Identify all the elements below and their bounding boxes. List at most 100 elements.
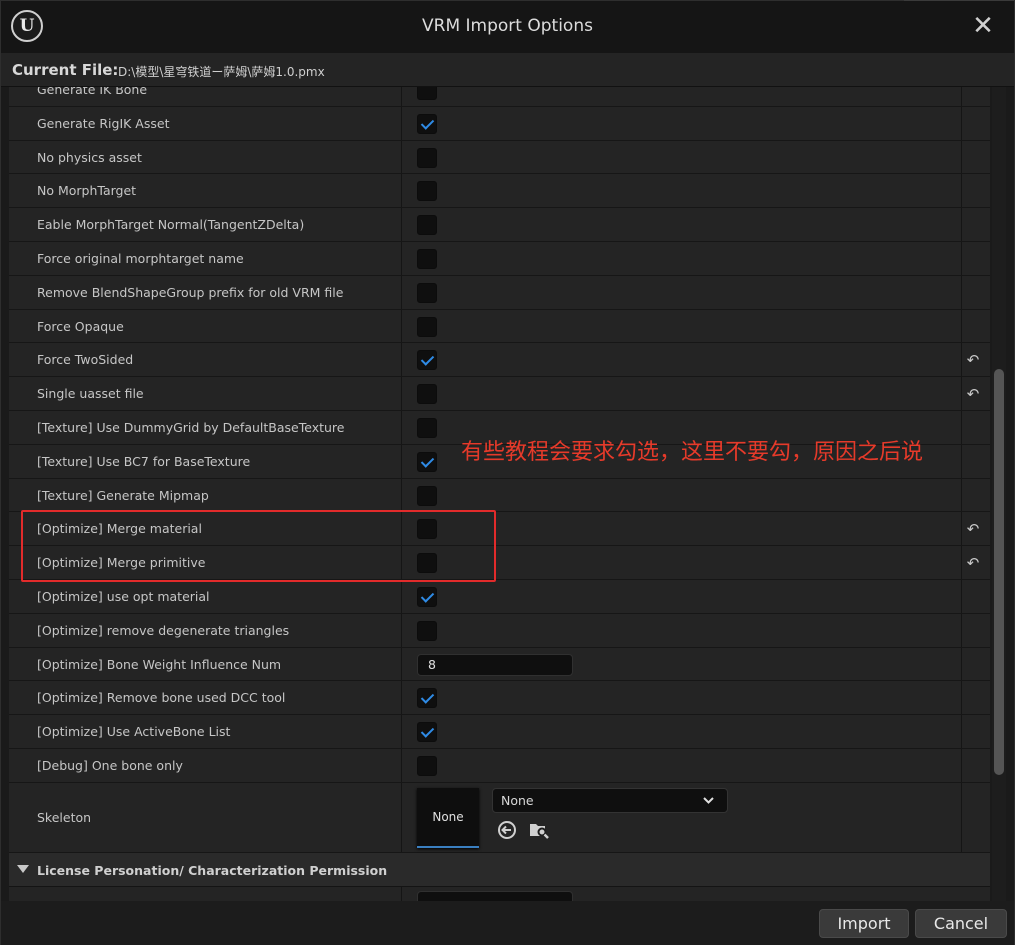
column-divider [401, 613, 402, 647]
option-label: [Debug] One bone only [37, 757, 183, 773]
reset-to-default-icon[interactable]: ↶ [964, 385, 982, 403]
option-row-partial [9, 886, 990, 901]
collapse-triangle-icon[interactable] [17, 864, 29, 873]
skeleton-dropdown[interactable]: None [492, 787, 728, 813]
option-row: No physics asset [9, 140, 990, 175]
column-divider [401, 275, 402, 309]
column-divider [961, 241, 962, 275]
column-divider [401, 782, 402, 852]
skeleton-dropdown-value: None [501, 792, 534, 808]
option-row: Generate IK Bone [9, 87, 990, 107]
option-checkbox[interactable] [417, 87, 437, 100]
option-checkbox[interactable] [417, 755, 437, 776]
column-divider [401, 681, 402, 715]
option-row: [Optimize] use opt material [9, 579, 990, 614]
option-checkbox[interactable] [417, 147, 437, 168]
option-checkbox[interactable] [417, 350, 437, 371]
option-label: [Texture] Generate Mipmap [37, 487, 209, 503]
chevron-down-icon [702, 789, 715, 820]
title-bar: U VRM Import Options ✕ [1, 1, 1014, 53]
option-label: Single uasset file [37, 386, 144, 402]
option-label: [Optimize] Merge primitive [37, 555, 206, 571]
option-label: Force Opaque [37, 318, 124, 334]
current-file-path: D:\模型\星穹铁道ー萨姆\萨姆1.0.pmx [118, 65, 325, 79]
option-label: Generate RigIK Asset [37, 115, 170, 131]
import-button[interactable]: Import [819, 909, 909, 938]
option-row: [Optimize] Merge material ↶ [9, 512, 990, 547]
option-checkbox[interactable] [417, 688, 437, 709]
skeleton-thumbnail[interactable]: None [417, 787, 479, 848]
close-icon[interactable]: ✕ [970, 11, 996, 41]
column-divider [961, 613, 962, 647]
option-checkbox[interactable] [417, 586, 437, 607]
find-in-browser-icon[interactable] [528, 819, 550, 841]
column-divider [961, 309, 962, 343]
column-divider [401, 241, 402, 275]
options-panel[interactable]: Generate IK Bone Generate RigIK Asset No p… [9, 87, 990, 901]
column-divider [961, 478, 962, 512]
option-checkbox[interactable] [417, 451, 437, 472]
option-label: [Texture] Use BC7 for BaseTexture [37, 453, 251, 469]
column-divider [961, 444, 962, 478]
import-dialog: U VRM Import Options ✕ Current File: D:\… [0, 0, 1015, 945]
column-divider [961, 579, 962, 613]
column-divider [961, 748, 962, 782]
option-label: No physics asset [37, 149, 142, 165]
option-checkbox[interactable] [417, 215, 437, 236]
option-label: [Optimize] remove degenerate triangles [37, 622, 290, 638]
column-divider [961, 174, 962, 208]
option-label: Force original morphtarget name [37, 250, 244, 266]
column-divider [401, 444, 402, 478]
column-divider [401, 546, 402, 579]
option-checkbox[interactable] [417, 553, 437, 574]
option-row: [Optimize] remove degenerate triangles [9, 613, 990, 648]
option-checkbox[interactable] [417, 485, 437, 506]
annotation-text: 有些教程会要求勾选，这里不要勾，原因之后说 [461, 440, 924, 465]
option-label: [Optimize] use opt material [37, 588, 210, 604]
browse-back-icon[interactable] [496, 819, 518, 841]
option-checkbox[interactable] [417, 181, 437, 202]
section-title: License Personation/ Characterization Pe… [37, 862, 388, 878]
column-divider [961, 546, 962, 579]
option-checkbox[interactable] [417, 722, 437, 743]
option-checkbox[interactable] [417, 620, 437, 641]
window-title: VRM Import Options [422, 16, 593, 36]
option-label: [Optimize] Use ActiveBone List [37, 724, 231, 740]
cancel-button[interactable]: Cancel [915, 909, 1007, 938]
column-divider [401, 174, 402, 208]
bone-weight-number-input[interactable]: 8 [417, 653, 573, 676]
column-divider [401, 208, 402, 241]
option-row: [Optimize] Bone Weight Influence Num 8 [9, 647, 990, 682]
column-divider [961, 410, 962, 444]
option-label: Generate IK Bone [37, 87, 148, 97]
option-checkbox[interactable] [417, 113, 437, 134]
column-divider [961, 140, 962, 174]
skeleton-label: Skeleton [37, 809, 92, 825]
column-divider [401, 87, 402, 106]
option-checkbox[interactable] [417, 248, 437, 269]
option-row: Eable MorphTarget Normal(TangentZDelta) [9, 208, 990, 242]
option-row: [Optimize] Remove bone used DCC tool [9, 681, 990, 716]
option-label: Eable MorphTarget Normal(TangentZDelta) [37, 217, 305, 233]
option-checkbox[interactable] [417, 316, 437, 337]
option-checkbox[interactable] [417, 384, 437, 405]
column-divider [401, 512, 402, 546]
reset-to-default-icon[interactable]: ↶ [964, 554, 982, 572]
scrollbar-thumb[interactable] [994, 369, 1004, 775]
option-row: [Texture] Generate Mipmap [9, 478, 990, 513]
option-checkbox[interactable] [417, 417, 437, 438]
option-checkbox[interactable] [417, 519, 437, 540]
license-section-header[interactable]: License Personation/ Characterization Pe… [9, 852, 990, 887]
option-checkbox[interactable] [417, 282, 437, 303]
column-divider [401, 748, 402, 782]
column-divider [961, 647, 962, 681]
reset-to-default-icon[interactable]: ↶ [964, 351, 982, 369]
option-row: Generate RigIK Asset [9, 106, 990, 141]
column-divider [961, 208, 962, 241]
dialog-footer: Import Cancel [1, 901, 1014, 945]
column-divider [401, 886, 402, 901]
reset-to-default-icon[interactable]: ↶ [964, 520, 982, 538]
column-divider [961, 782, 962, 852]
partial-field[interactable] [417, 890, 573, 901]
column-divider [961, 512, 962, 546]
